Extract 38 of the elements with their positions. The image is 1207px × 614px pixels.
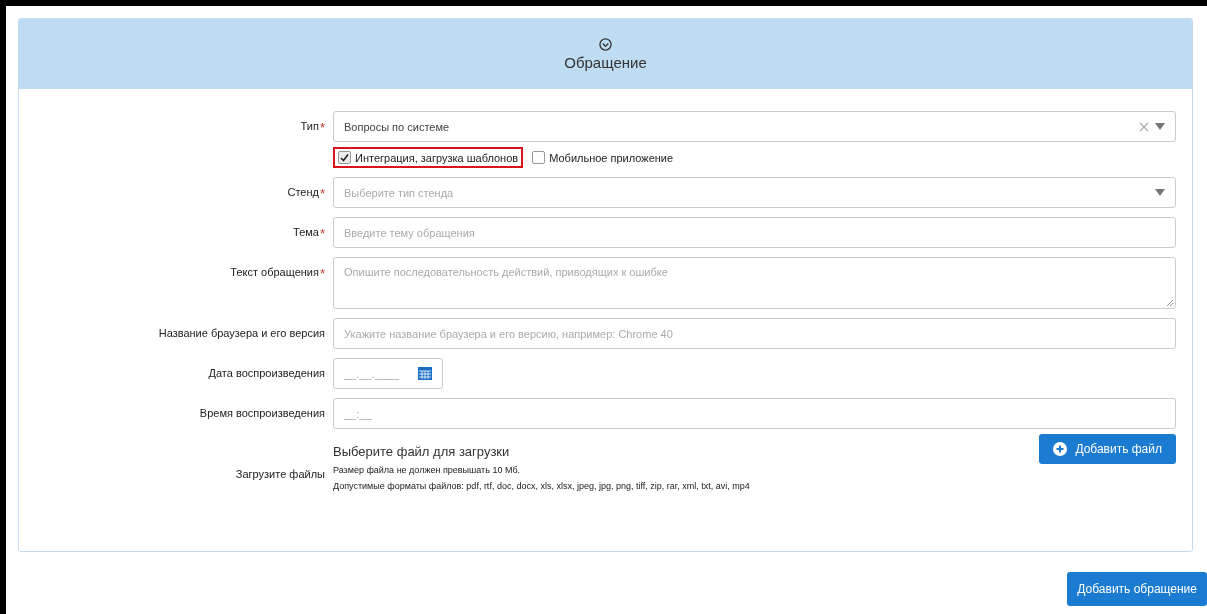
required-mark: * [319,266,325,281]
calendar-icon[interactable] [418,367,432,380]
field-label: Тема [293,226,319,240]
field-label: Загрузите файлы [235,468,325,480]
checkbox[interactable] [532,151,546,164]
add-file-button[interactable]: Добавить файл [1039,434,1176,464]
input-field[interactable]: Введите тему обращения [333,217,1176,248]
date-field[interactable]: __.__.____ [333,358,443,389]
upload-note: Допустимые форматы файлов: pdf, rtf, doc, docx, xls, xlsx, jpeg, jpg, png, tiff, zip, rar, xml, txt, avi, mp4 [333,481,751,491]
chevron-circle-icon [599,37,612,51]
required-mark: * [319,226,325,241]
dropdown-caret-icon[interactable] [1155,123,1165,130]
clear-icon[interactable] [1139,121,1149,132]
required-mark: * [319,186,325,201]
input-field[interactable]: Укажите название браузера и его версию, например: Chrome 40 [333,318,1176,349]
field-label: Стенд [287,186,319,200]
select-field[interactable]: Выберите тип стенда [333,177,1176,208]
upload-note: Размер файла не должен превышать 10 Мб. [333,465,522,475]
required-mark: * [319,120,325,135]
field-label: Время воспроизведения [199,407,325,419]
checkbox-option[interactable]: Интеграция, загрузка шаблонов [333,147,524,168]
panel-title: Обращение [564,53,647,71]
checkbox-option[interactable]: Мобильное приложение [527,147,679,168]
resize-grip-icon[interactable] [1166,299,1173,306]
submit-button[interactable]: Добавить обращение [1067,572,1207,606]
checkbox[interactable] [338,151,351,164]
input-field[interactable]: __:__ [333,398,1176,429]
dropdown-caret-icon[interactable] [1155,189,1165,196]
plus-circle-icon [1053,442,1068,456]
field-label: Тип [300,120,319,134]
panel-header[interactable]: Обращение [19,19,1192,89]
select-field[interactable]: Вопросы по системе [333,111,1176,142]
field-label: Название браузера и его версия [158,327,325,339]
field-label: Текст обращения [230,266,319,280]
textarea-field[interactable]: Опишите последовательность действий, приводящих к ошибке [333,257,1176,309]
upload-title: Выберите файл для загрузки [333,443,511,459]
field-label: Дата воспроизведения [208,367,325,379]
checkmark-icon [340,153,349,162]
